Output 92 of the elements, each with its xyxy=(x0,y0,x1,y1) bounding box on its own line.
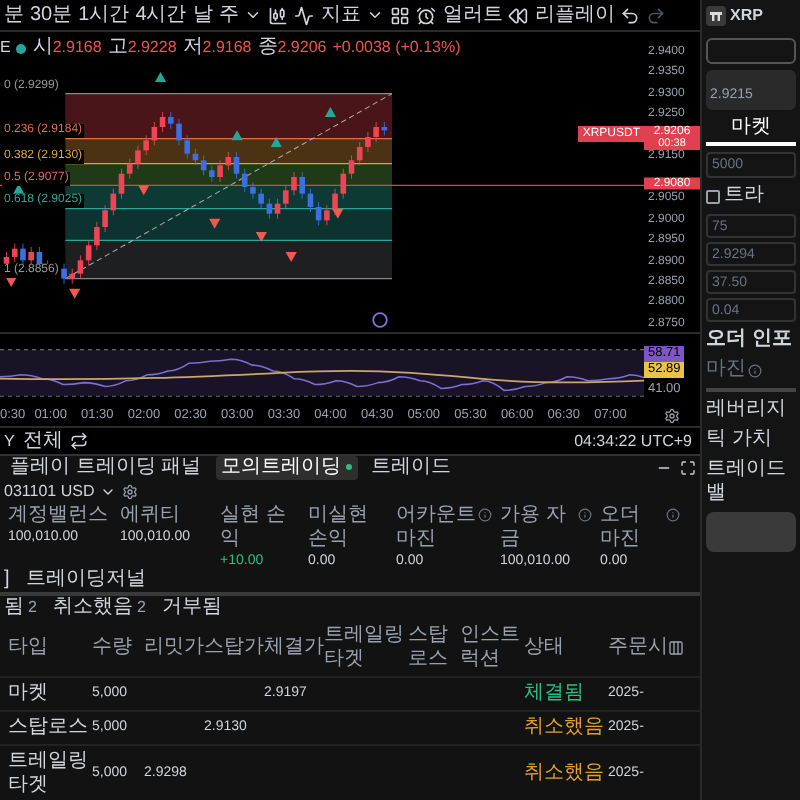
trade-value-label: 트레이드 밸 xyxy=(706,458,788,506)
price-change: +0.0038 (+0.13%) xyxy=(332,36,461,60)
table-cell-text: 스탑로스 xyxy=(8,716,90,740)
status-text: 취소했음 xyxy=(524,762,606,786)
settings-icon[interactable] xyxy=(122,484,139,500)
chevron-down-icon[interactable] xyxy=(100,484,117,500)
alerts-button[interactable]: 얼러트 xyxy=(442,3,503,27)
margin-label: 마진 xyxy=(706,358,746,382)
columns-icon[interactable] xyxy=(668,640,684,656)
down-triangle-icon xyxy=(69,288,81,299)
up-triangle-icon xyxy=(231,130,243,141)
panel-tab[interactable]: 플레이 트레이딩 패널 xyxy=(4,456,208,480)
clock-text: 04:34:22 UTC+9 xyxy=(574,429,694,453)
up-triangle-icon xyxy=(154,72,167,82)
sub-tab[interactable]: 트레이딩저널 xyxy=(25,568,146,592)
table-cell-text: 마켓 xyxy=(8,682,50,706)
column-header: 수량 xyxy=(92,636,134,660)
ohlc-value: 2.9168 xyxy=(202,36,252,60)
order-filter-tab[interactable]: 취소했음 2 xyxy=(52,596,146,620)
order-filter-tab[interactable]: 거부됨 xyxy=(161,596,222,620)
undo-icon[interactable] xyxy=(620,5,641,25)
stat-label: 에퀴티 xyxy=(120,504,180,528)
down-triangle-icon xyxy=(209,218,221,229)
up-triangle-icon xyxy=(270,137,282,147)
stat-label: 실현 손익 xyxy=(220,504,288,552)
chevron-down-icon[interactable] xyxy=(244,6,263,24)
indicators-button[interactable]: 지표 xyxy=(320,3,361,27)
stat-label: 계정밸런스 xyxy=(8,504,108,528)
range-button[interactable]: 전체 xyxy=(22,429,63,453)
up-triangle-icon xyxy=(13,183,25,194)
leverage-label: 레버리지 xyxy=(706,398,788,422)
ohlc-label: 시 xyxy=(32,36,53,60)
column-header: 리밋가 xyxy=(144,636,204,660)
side-button[interactable] xyxy=(706,38,796,64)
table-cell-text: 트레일링타겟 xyxy=(8,750,90,798)
replay-button[interactable]: 리플레이 xyxy=(534,3,615,27)
up-triangle-icon xyxy=(324,107,336,117)
ohlc-label: 고 xyxy=(107,36,128,60)
event-marker-icon xyxy=(372,312,388,328)
down-triangle-icon xyxy=(332,208,344,219)
ohlc-value: 2.9228 xyxy=(127,36,177,60)
sub-tab[interactable]: ] xyxy=(4,568,10,592)
interval-button[interactable]: 30분 xyxy=(30,3,73,27)
column-header: 체결가 xyxy=(264,636,324,660)
stat-label: 어카운트 마진 xyxy=(396,504,476,552)
interval-button[interactable]: 4시간 xyxy=(135,3,187,27)
interval-button[interactable]: 분 xyxy=(4,3,24,27)
symbol-text: E xyxy=(0,36,11,60)
rewind-icon xyxy=(508,5,529,25)
status-text: 취소했음 xyxy=(524,716,606,740)
stat-label: 가용 자금 xyxy=(500,504,568,552)
ohlc-value: 2.9206 xyxy=(277,36,327,60)
repeat-icon[interactable] xyxy=(70,432,89,450)
panel-tab[interactable]: 트레이드 xyxy=(365,456,458,480)
interval-button[interactable]: 1시간 xyxy=(78,3,130,27)
stat-label: 오더 마진 xyxy=(600,504,642,552)
symbol-name: XRP xyxy=(730,4,763,28)
order-info-title: 오더 인포 xyxy=(706,328,794,352)
status-text: 체결됨 xyxy=(524,682,586,706)
down-triangle-icon xyxy=(285,252,297,262)
range-button[interactable]: Y xyxy=(4,429,15,453)
ohlc-label: 종 xyxy=(257,36,278,60)
trailing-checkbox[interactable] xyxy=(706,189,720,203)
column-header: 인스트럭션 xyxy=(460,624,522,672)
account-selector[interactable]: 031101 USD xyxy=(4,480,95,504)
column-header: 상태 xyxy=(524,636,566,660)
column-header: 스탑로스 xyxy=(408,624,450,672)
column-header: 주문시 xyxy=(608,636,668,660)
order-filter-tab[interactable]: 됨 2 xyxy=(4,596,37,620)
grid-icon[interactable] xyxy=(390,5,411,25)
down-triangle-icon xyxy=(138,185,150,196)
settings-icon[interactable] xyxy=(664,407,680,423)
chevron-down-icon[interactable] xyxy=(366,6,385,24)
candlestick-icon[interactable] xyxy=(268,5,289,25)
ohlc-label: 저 xyxy=(182,36,203,60)
column-header: 타입 xyxy=(8,636,50,660)
down-triangle-icon xyxy=(255,232,267,242)
symbol-logo-icon xyxy=(706,6,726,26)
interval-button[interactable]: 주 xyxy=(218,3,239,27)
column-header: 스탑가 xyxy=(204,636,264,660)
panel-tab[interactable]: 모의트레이딩 xyxy=(215,456,358,480)
alarm-icon xyxy=(416,5,437,25)
indicator-icon xyxy=(294,5,315,25)
column-header: 트레일링타겟 xyxy=(324,624,406,672)
interval-button[interactable]: 날 xyxy=(192,3,213,27)
tick-value-label: 틱 가치 xyxy=(706,428,774,452)
order-type-tab[interactable]: 마켓 xyxy=(706,116,796,146)
maximize-icon[interactable] xyxy=(680,460,696,476)
info-icon xyxy=(748,363,762,377)
stat-label: 미실현 손익 xyxy=(308,504,370,552)
ohlc-value: 2.9168 xyxy=(52,36,102,60)
trailing-label: 트라 xyxy=(724,184,764,208)
